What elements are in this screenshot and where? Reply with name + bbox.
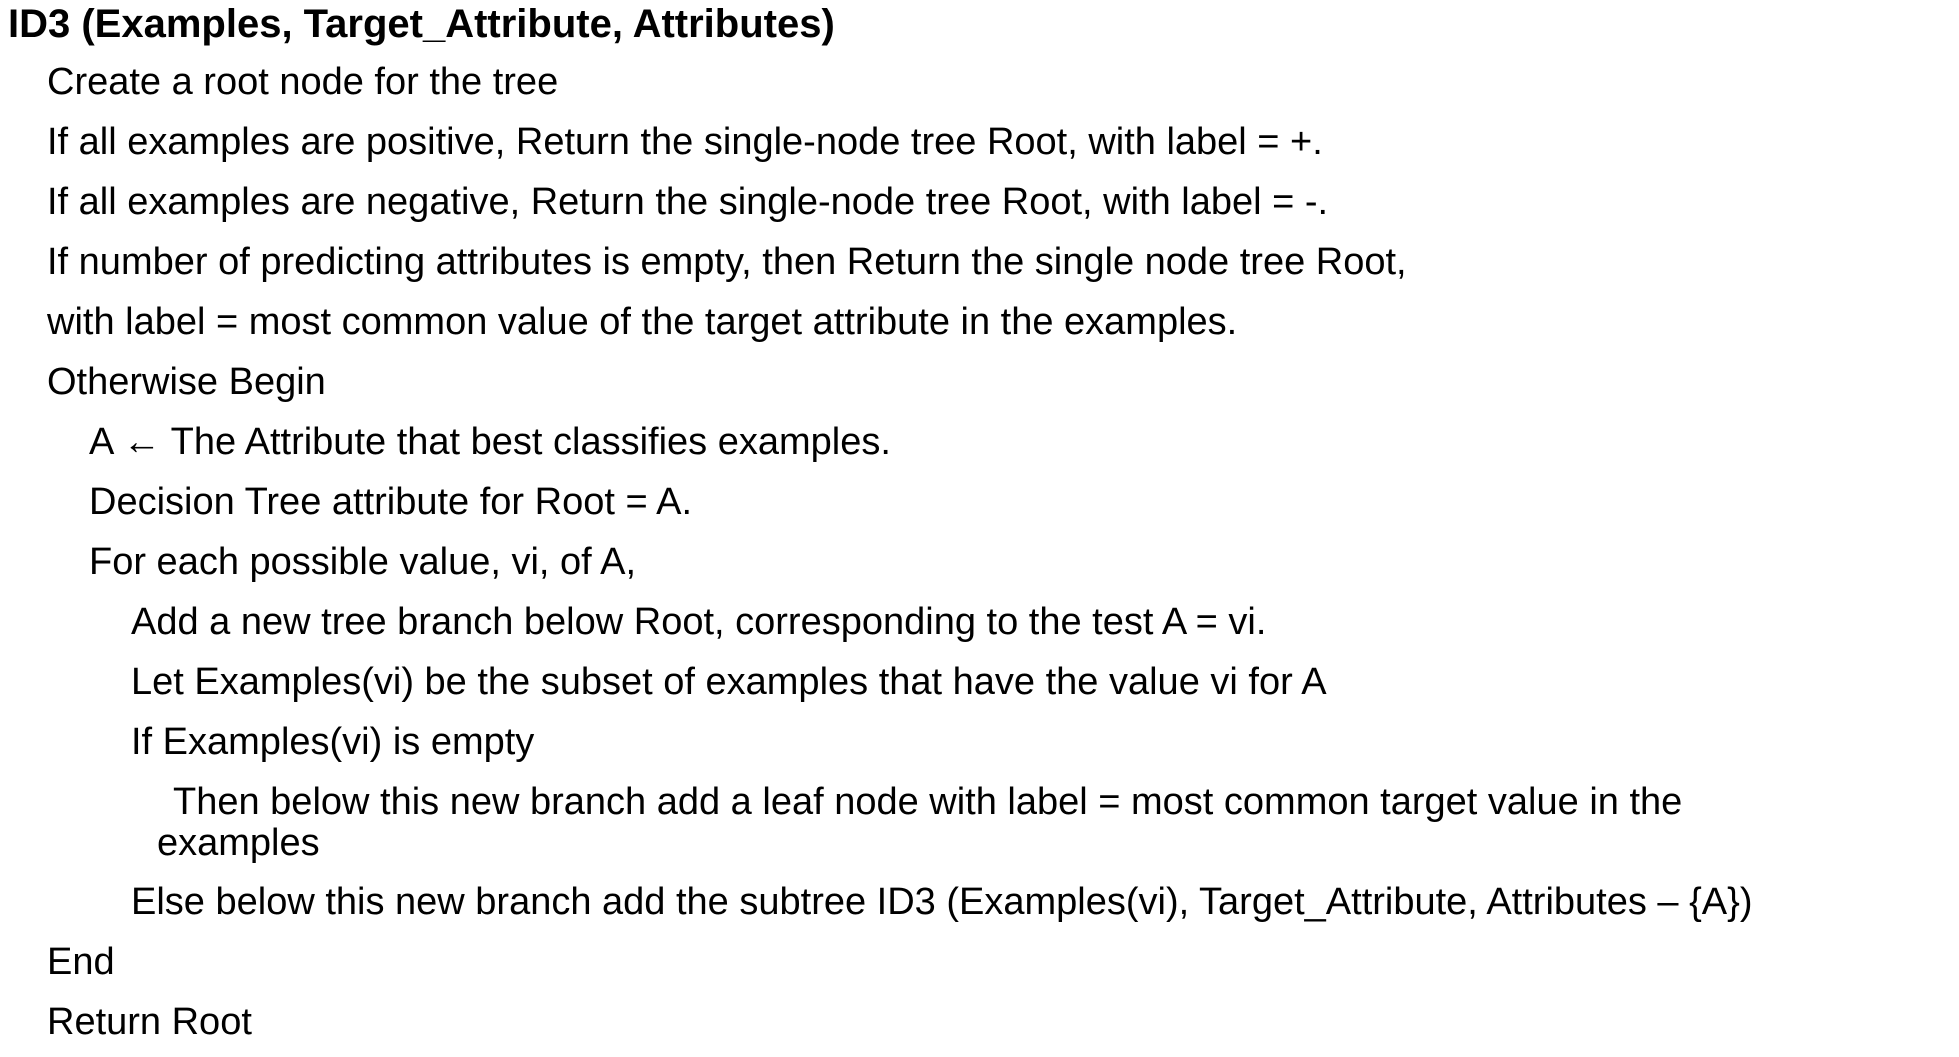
line-then-leaf: Then below this new branch add a leaf no… (173, 781, 1683, 823)
algorithm-title: ID3 (Examples, Target_Attribute, Attribu… (8, 2, 835, 46)
line-add-branch: Add a new tree branch below Root, corres… (131, 601, 1267, 643)
line-end: End (47, 941, 115, 983)
line-return-root: Return Root (47, 1001, 252, 1043)
line-attributes-empty: If number of predicting attributes is em… (47, 241, 1407, 283)
line-for-each-value: For each possible value, vi, of A, (89, 541, 637, 583)
line-otherwise-begin: Otherwise Begin (47, 361, 326, 403)
line-all-positive: If all examples are positive, Return the… (47, 121, 1323, 163)
line-else-subtree: Else below this new branch add the subtr… (131, 881, 1753, 923)
line-create-root: Create a root node for the tree (47, 61, 559, 103)
line-if-empty: If Examples(vi) is empty (131, 721, 535, 763)
line-decision-attribute: Decision Tree attribute for Root = A. (89, 481, 693, 523)
line-all-negative: If all examples are negative, Return the… (47, 181, 1329, 223)
line-most-common-label: with label = most common value of the ta… (47, 301, 1238, 343)
line-then-leaf-continued: examples (157, 822, 320, 864)
line-let-examples: Let Examples(vi) be the subset of exampl… (131, 661, 1327, 703)
pseudocode-document: ID3 (Examples, Target_Attribute, Attribu… (0, 0, 1959, 1057)
line-best-attribute: A ← The Attribute that best classifies e… (89, 421, 891, 463)
